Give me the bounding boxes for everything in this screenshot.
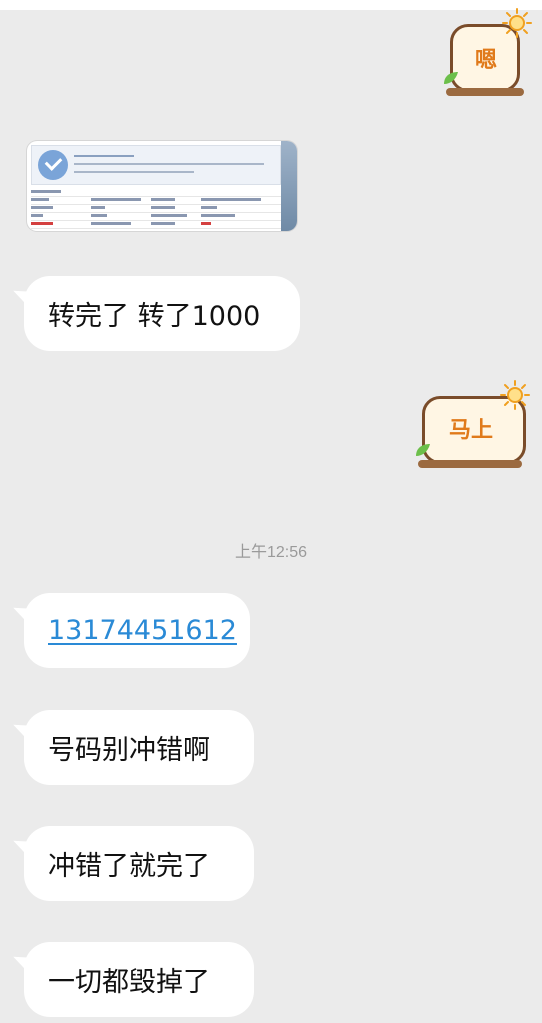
- timestamp: 上午12:56: [234, 544, 308, 561]
- leaf-icon: [416, 444, 430, 456]
- image-line: [74, 155, 134, 157]
- sticker-ground: [418, 460, 522, 468]
- message-bubble[interactable]: 13174451612: [24, 593, 250, 668]
- image-line: [74, 163, 264, 165]
- image-row: [31, 197, 281, 205]
- sticker-text: 马上: [448, 418, 493, 443]
- message-bubble[interactable]: 一切都毁掉了: [24, 942, 254, 1017]
- sticker-text: 嗯: [474, 48, 497, 73]
- image-row: [31, 205, 281, 213]
- sun-icon: [502, 8, 532, 38]
- image-row: [31, 189, 281, 197]
- check-icon: [38, 150, 68, 180]
- message-text: 冲错了就完了: [48, 851, 210, 882]
- sticker-message[interactable]: 马上: [416, 380, 530, 470]
- image-line: [74, 171, 194, 173]
- message-bubble[interactable]: 转完了 转了1000: [24, 276, 300, 351]
- image-message[interactable]: [27, 141, 297, 231]
- image-banner: [31, 145, 281, 185]
- message-text: 转完了 转了1000: [48, 301, 261, 332]
- sun-icon: [500, 380, 530, 410]
- message-bubble[interactable]: 号码别冲错啊: [24, 710, 254, 785]
- image-side-strip: [281, 141, 297, 231]
- message-text: 一切都毁掉了: [48, 967, 210, 998]
- sticker-message[interactable]: 嗯: [444, 8, 532, 98]
- top-strip: [0, 0, 542, 10]
- phone-link[interactable]: 13174451612: [48, 615, 237, 646]
- sticker-ground: [446, 88, 524, 96]
- image-row: [31, 213, 281, 221]
- message-text: 号码别冲错啊: [48, 735, 210, 766]
- message-bubble[interactable]: 冲错了就完了: [24, 826, 254, 901]
- image-row: [31, 221, 281, 229]
